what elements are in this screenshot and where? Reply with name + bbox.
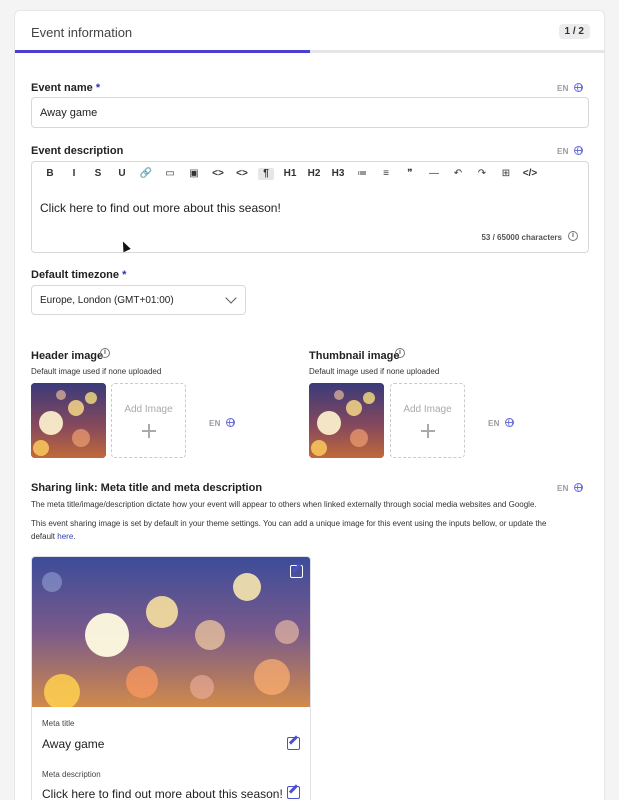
bokeh-image	[309, 383, 384, 458]
event-name-value: Away game	[40, 107, 98, 119]
italic-button[interactable]: I	[66, 168, 82, 180]
sharing-description: The meta title/image/description dictate…	[31, 500, 537, 509]
add-image-label: Add Image	[124, 404, 173, 415]
default-settings-link[interactable]: here	[57, 532, 73, 541]
info-icon[interactable]: i	[395, 348, 405, 358]
share-image	[32, 557, 310, 707]
paragraph-button[interactable]: ¶	[258, 168, 274, 180]
edit-meta-title-icon[interactable]	[287, 737, 300, 750]
character-count: 53 / 65000 characters	[481, 233, 562, 242]
plus-icon	[142, 424, 156, 438]
bullet-list-button[interactable]: ≔	[354, 168, 370, 180]
heading-3-button[interactable]: H3	[330, 168, 346, 180]
underline-button[interactable]: U	[114, 168, 130, 180]
redo-button[interactable]: ↷	[474, 168, 490, 180]
bokeh-image	[32, 557, 310, 707]
table-button[interactable]: ⊞	[498, 168, 514, 180]
heading-2-button[interactable]: H2	[306, 168, 322, 180]
thumbnail-image-label: Thumbnail image	[309, 350, 400, 362]
info-icon[interactable]: i	[568, 231, 578, 241]
card-header: Event information 1 / 2	[15, 11, 604, 53]
event-info-card: Event information 1 / 2 Event name * EN …	[14, 10, 605, 800]
code-block-button[interactable]: <>	[234, 168, 250, 180]
globe-icon[interactable]	[574, 483, 583, 492]
meta-description-label: Meta description	[42, 770, 101, 779]
video-button[interactable]: ▣	[186, 168, 202, 180]
info-icon[interactable]: i	[100, 348, 110, 358]
add-header-image-button[interactable]: Add Image	[111, 383, 186, 458]
source-code-button[interactable]: </>	[522, 168, 538, 180]
rich-text-editor[interactable]: B I S U 🔗 ▭ ▣ <> <> ¶ H1 H2 H3 ≔ ≡ ❞ — ↶ ↷ ⊞ </> Click here …	[31, 161, 589, 253]
edit-meta-description-icon[interactable]	[287, 786, 300, 799]
editor-content[interactable]: Click here to find out more about this s…	[40, 201, 281, 215]
globe-icon[interactable]	[226, 418, 235, 427]
lang-code: EN	[209, 419, 221, 428]
progress-fill	[15, 50, 310, 53]
lang-code: EN	[488, 419, 500, 428]
plus-icon	[421, 424, 435, 438]
timezone-value: Europe, London (GMT+01:00)	[40, 295, 174, 306]
globe-icon[interactable]	[505, 418, 514, 427]
horizontal-rule-button[interactable]: —	[426, 168, 442, 180]
lang-code: EN	[557, 484, 569, 493]
sharing-note: This event sharing image is set by defau…	[31, 519, 547, 541]
thumbnail-image-sub: Default image used if none uploaded	[309, 367, 440, 376]
event-description-label: Event description	[31, 145, 124, 157]
link-button[interactable]: 🔗	[138, 168, 154, 180]
add-image-label: Add Image	[403, 404, 452, 415]
progress-bar	[15, 50, 604, 53]
quote-button[interactable]: ❞	[402, 168, 418, 180]
globe-icon[interactable]	[574, 83, 583, 92]
image-button[interactable]: ▭	[162, 168, 178, 180]
heading-1-button[interactable]: H1	[282, 168, 298, 180]
strikethrough-button[interactable]: S	[90, 168, 106, 180]
editor-toolbar: B I S U 🔗 ▭ ▣ <> <> ¶ H1 H2 H3 ≔ ≡ ❞ — ↶ ↷ ⊞ </>	[32, 162, 588, 186]
chevron-down-icon	[225, 292, 237, 304]
bokeh-image	[31, 383, 106, 458]
meta-title-label: Meta title	[42, 719, 75, 728]
add-thumbnail-image-button[interactable]: Add Image	[390, 383, 465, 458]
share-preview-card: Meta title Away game Meta description Cl…	[31, 556, 311, 800]
code-inline-button[interactable]: <>	[210, 168, 226, 180]
undo-button[interactable]: ↶	[450, 168, 466, 180]
header-image-label: Header image	[31, 350, 104, 362]
step-badge: 1 / 2	[558, 24, 590, 39]
meta-description-value: Click here to find out more about this s…	[42, 787, 283, 800]
timezone-select[interactable]: Europe, London (GMT+01:00)	[31, 285, 246, 315]
header-image-preview[interactable]	[31, 383, 106, 458]
bold-button[interactable]: B	[42, 168, 58, 180]
card-title: Event information	[31, 25, 133, 40]
edit-image-icon[interactable]	[290, 565, 303, 578]
header-image-sub: Default image used if none uploaded	[31, 367, 162, 376]
lang-code: EN	[557, 84, 569, 93]
globe-icon[interactable]	[574, 146, 583, 155]
event-name-input[interactable]: Away game	[31, 97, 589, 128]
event-name-label: Event name *	[31, 82, 101, 94]
lang-code: EN	[557, 147, 569, 156]
thumbnail-image-preview[interactable]	[309, 383, 384, 458]
numbered-list-button[interactable]: ≡	[378, 168, 394, 180]
sharing-title: Sharing link: Meta title and meta descri…	[31, 482, 263, 494]
meta-title-value: Away game	[42, 737, 105, 751]
timezone-label: Default timezone *	[31, 269, 127, 281]
